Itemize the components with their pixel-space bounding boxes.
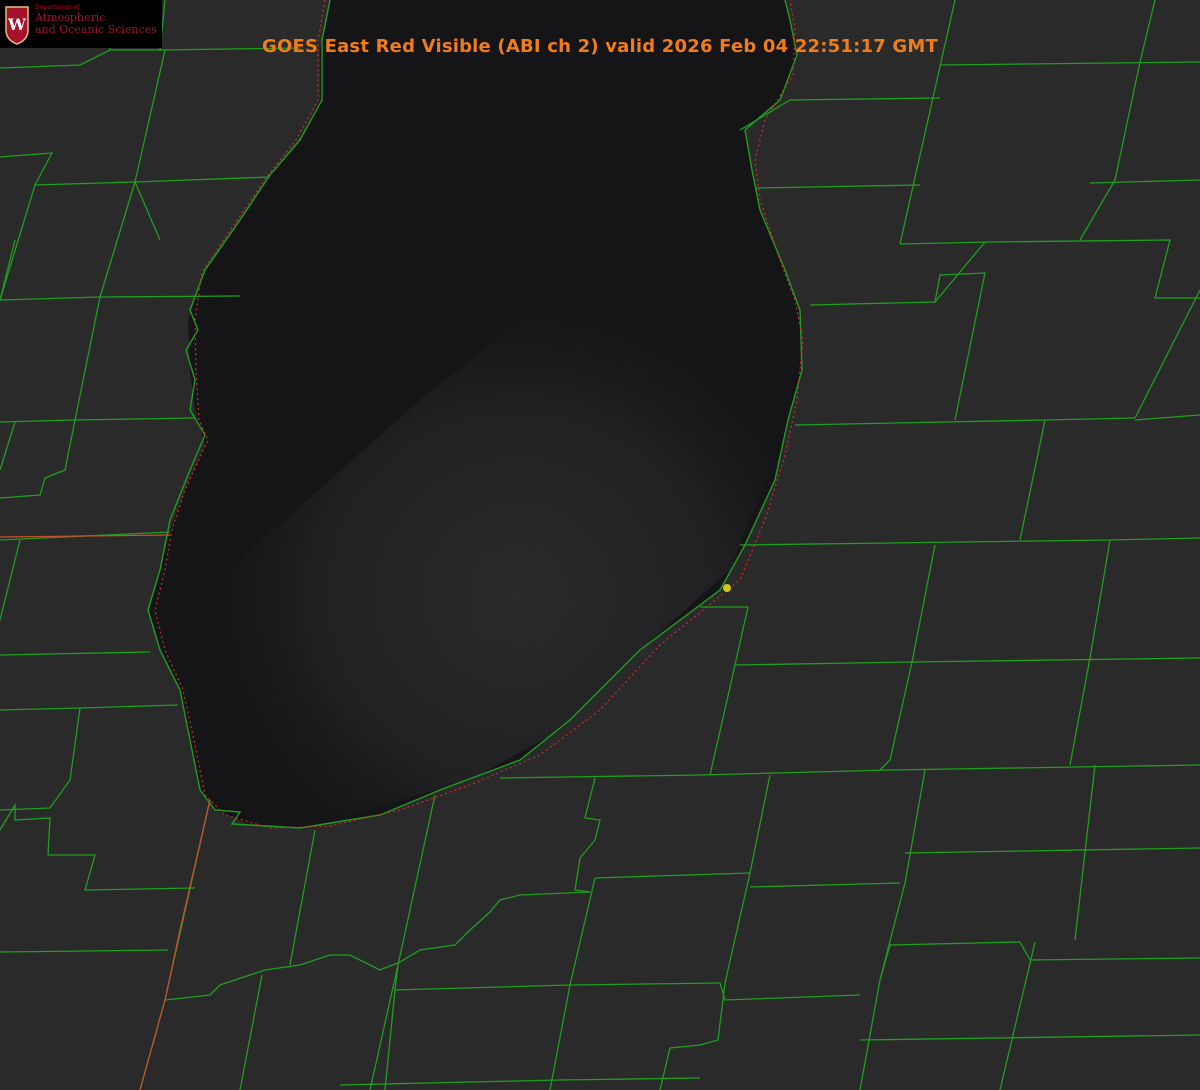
satellite-map (0, 0, 1200, 1090)
station-marker-icon (723, 584, 731, 592)
image-title: GOES East Red Visible (ABI ch 2) valid 2… (0, 36, 1200, 57)
logo-text: Department of Atmospheric and Oceanic Sc… (35, 5, 157, 36)
svg-text:W: W (7, 15, 27, 34)
logo-line-oceanic: and Oceanic Sciences (35, 23, 157, 36)
satellite-image-viewer: W Department of Atmospheric and Oceanic … (0, 0, 1200, 1090)
image-title-text: GOES East Red Visible (ABI ch 2) valid 2… (261, 36, 938, 57)
